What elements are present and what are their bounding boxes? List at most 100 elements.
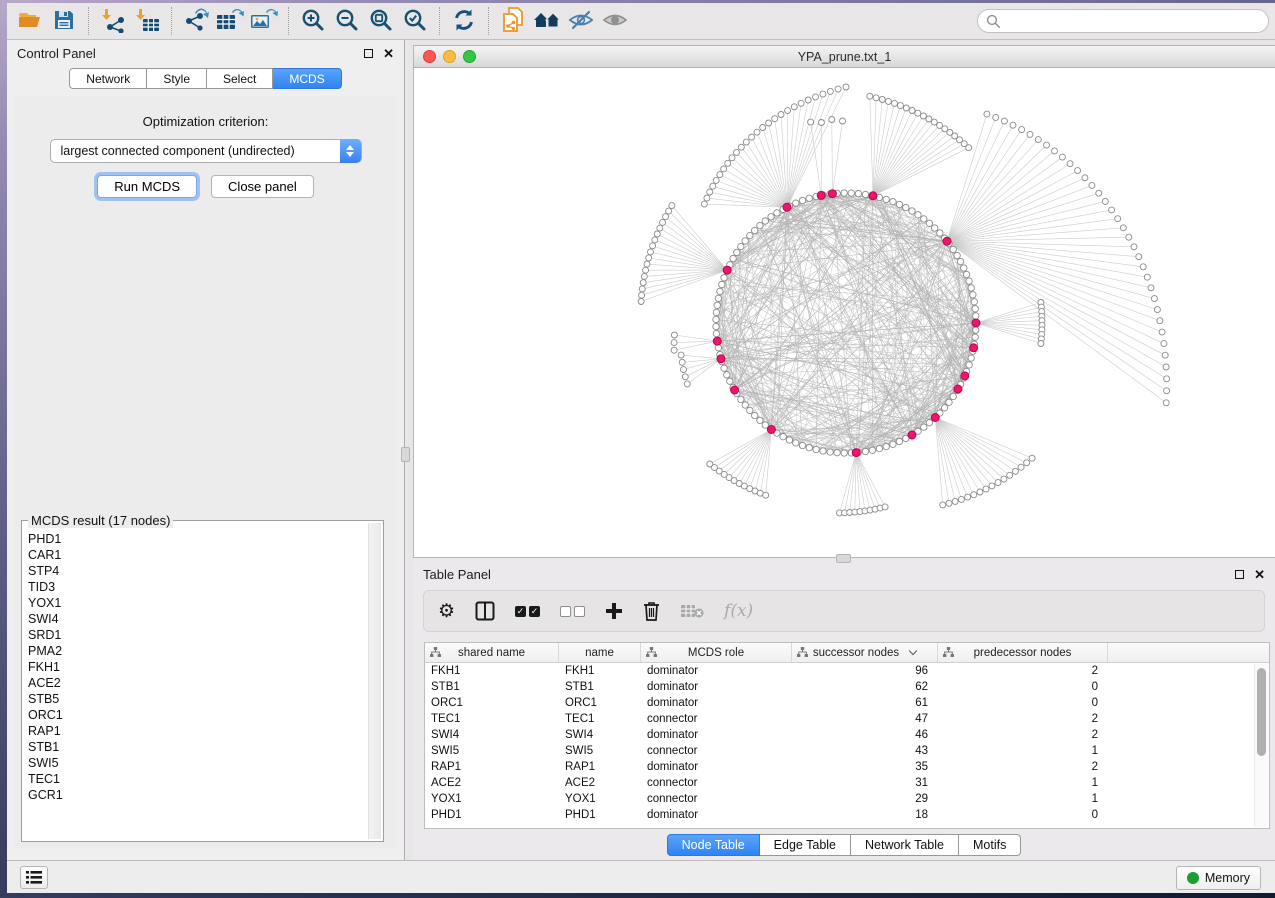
- mcds-node-item[interactable]: YOX1: [28, 595, 367, 611]
- network-node[interactable]: [909, 208, 915, 214]
- network-node[interactable]: [915, 212, 921, 218]
- mcds-node-item[interactable]: TEC1: [28, 771, 367, 787]
- column-layout-icon[interactable]: [475, 601, 495, 621]
- network-node[interactable]: [785, 108, 791, 114]
- network-node[interactable]: [966, 278, 972, 284]
- network-node[interactable]: [1157, 318, 1163, 324]
- network-node[interactable]: [638, 299, 644, 305]
- network-node[interactable]: [835, 86, 841, 92]
- network-node[interactable]: [1164, 376, 1170, 382]
- network-node[interactable]: [869, 192, 877, 200]
- network-node[interactable]: [791, 104, 797, 110]
- network-node[interactable]: [915, 110, 921, 116]
- network-node[interactable]: [660, 219, 666, 225]
- network-node[interactable]: [862, 191, 868, 197]
- network-node[interactable]: [820, 448, 826, 454]
- network-node[interactable]: [641, 273, 647, 279]
- mcds-node-item[interactable]: TID3: [28, 579, 367, 595]
- table-row[interactable]: RAP1RAP1dominator352: [425, 759, 1269, 775]
- mcds-node-item[interactable]: PHD1: [28, 531, 367, 547]
- network-node[interactable]: [883, 443, 889, 449]
- network-node[interactable]: [920, 113, 926, 119]
- zoom-fit-button[interactable]: [364, 6, 398, 36]
- network-node[interactable]: [717, 288, 723, 294]
- network-node[interactable]: [678, 352, 684, 358]
- network-node[interactable]: [721, 365, 727, 371]
- table-scrollbar-thumb[interactable]: [1257, 668, 1266, 756]
- network-node[interactable]: [840, 118, 846, 124]
- network-node[interactable]: [952, 498, 958, 504]
- mcds-node-item[interactable]: FKH1: [28, 659, 367, 675]
- network-node[interactable]: [977, 489, 983, 495]
- network-node[interactable]: [644, 261, 650, 267]
- network-node[interactable]: [657, 225, 663, 231]
- network-node[interactable]: [841, 450, 847, 456]
- network-node[interactable]: [742, 402, 748, 408]
- network-node[interactable]: [713, 309, 719, 315]
- mcds-node-item[interactable]: STB5: [28, 691, 367, 707]
- mcds-result-list[interactable]: PHD1CAR1STP4TID3YOX1SWI4SRD1PMA2FKH1ACE2…: [28, 531, 367, 837]
- network-node[interactable]: [671, 340, 677, 346]
- network-node[interactable]: [1126, 234, 1132, 240]
- network-node[interactable]: [727, 378, 733, 384]
- mcds-node-item[interactable]: STB1: [28, 739, 367, 755]
- export-network-button[interactable]: [179, 6, 213, 36]
- network-node[interactable]: [1029, 455, 1035, 461]
- network-node[interactable]: [721, 166, 727, 172]
- copy-network-button[interactable]: [496, 6, 530, 36]
- network-node[interactable]: [1163, 364, 1169, 370]
- hide-selected-button[interactable]: [564, 6, 598, 36]
- network-node[interactable]: [873, 95, 879, 101]
- network-node[interactable]: [760, 125, 766, 131]
- column-header-shared-name[interactable]: shared name: [425, 643, 559, 662]
- network-node[interactable]: [752, 412, 758, 418]
- network-node[interactable]: [973, 313, 979, 319]
- network-node[interactable]: [778, 112, 784, 118]
- network-node[interactable]: [729, 155, 735, 161]
- table-row[interactable]: SWI4SWI4dominator462: [425, 727, 1269, 743]
- network-node[interactable]: [747, 407, 753, 413]
- criterion-dropdown[interactable]: largest connected component (undirected): [50, 139, 362, 163]
- network-node[interactable]: [971, 299, 977, 305]
- network-node[interactable]: [926, 220, 932, 226]
- close-panel-button[interactable]: Close panel: [211, 175, 314, 198]
- tab-select[interactable]: Select: [207, 68, 273, 89]
- network-node[interactable]: [757, 417, 763, 423]
- network-node[interactable]: [663, 214, 669, 220]
- table-row[interactable]: SWI5SWI5connector431: [425, 743, 1269, 759]
- network-node[interactable]: [713, 177, 719, 183]
- network-node[interactable]: [713, 330, 719, 336]
- mcds-node-item[interactable]: STP4: [28, 563, 367, 579]
- network-node[interactable]: [1151, 296, 1157, 302]
- column-header-successor-nodes[interactable]: successor nodes: [792, 643, 938, 662]
- network-node[interactable]: [738, 243, 744, 249]
- network-node[interactable]: [799, 442, 805, 448]
- network-node[interactable]: [903, 105, 909, 111]
- network-node[interactable]: [715, 295, 721, 301]
- add-column-icon[interactable]: [605, 602, 623, 620]
- network-node[interactable]: [780, 434, 786, 440]
- network-node[interactable]: [731, 386, 739, 394]
- float-panel-icon[interactable]: [1235, 570, 1244, 579]
- table-scrollbar[interactable]: [1254, 664, 1268, 827]
- import-network-button[interactable]: [96, 6, 130, 36]
- node-table[interactable]: shared namenameMCDS rolesuccessor nodesp…: [424, 642, 1270, 829]
- network-node[interactable]: [1075, 168, 1081, 174]
- network-node[interactable]: [774, 210, 780, 216]
- network-node[interactable]: [1052, 148, 1058, 154]
- network-node[interactable]: [772, 116, 778, 122]
- network-canvas[interactable]: [414, 68, 1275, 557]
- network-node[interactable]: [766, 120, 772, 126]
- network-node[interactable]: [972, 306, 978, 312]
- mcds-node-item[interactable]: ACE2: [28, 675, 367, 691]
- network-node[interactable]: [1131, 244, 1137, 250]
- network-node[interactable]: [707, 189, 713, 195]
- network-node[interactable]: [903, 204, 909, 210]
- save-session-button[interactable]: [47, 6, 81, 36]
- network-node[interactable]: [793, 200, 799, 206]
- network-node[interactable]: [768, 214, 774, 220]
- network-node[interactable]: [669, 203, 675, 209]
- network-node[interactable]: [1159, 329, 1165, 335]
- network-node[interactable]: [950, 393, 956, 399]
- network-node[interactable]: [742, 238, 748, 244]
